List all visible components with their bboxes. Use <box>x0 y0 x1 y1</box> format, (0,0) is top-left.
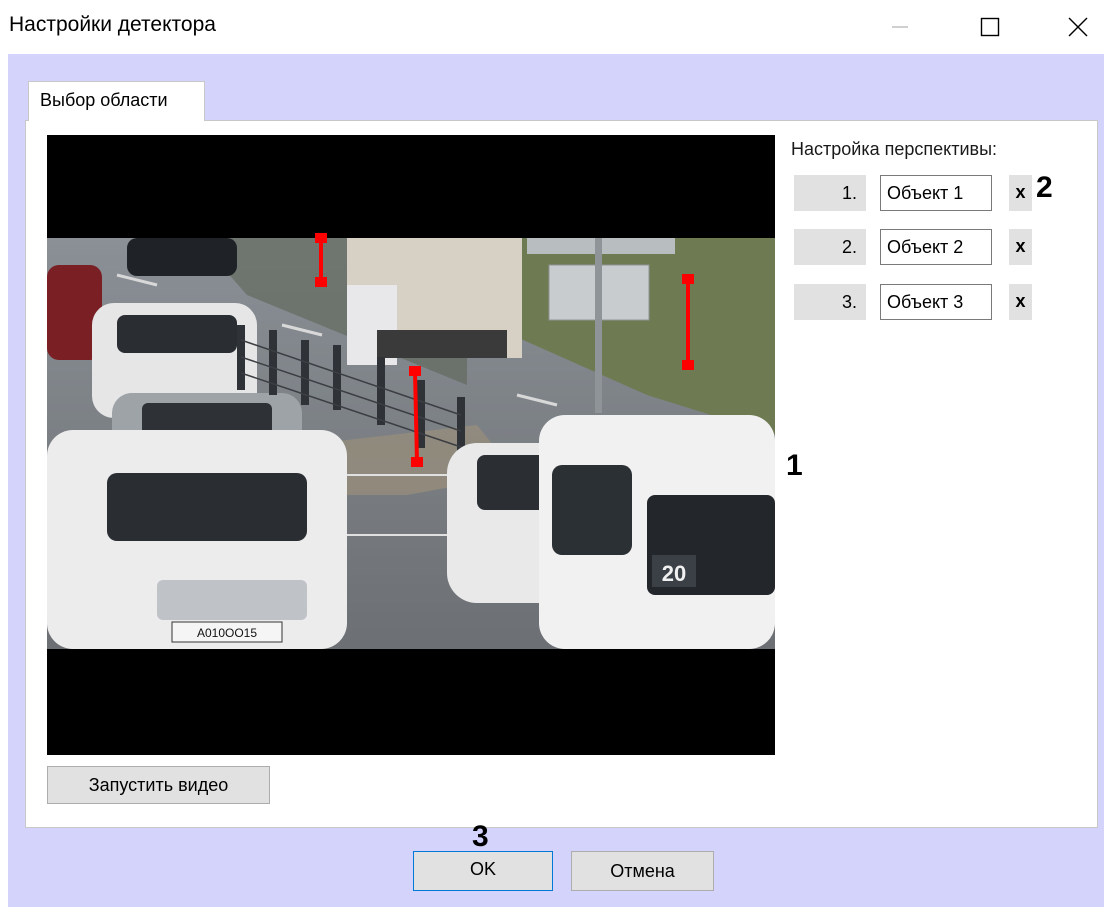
car-dark <box>127 238 237 276</box>
license-plate: A010OO15 <box>197 626 257 640</box>
close-button[interactable] <box>1046 0 1110 54</box>
window-title: Настройки детектора <box>9 13 216 36</box>
callout-1: 1 <box>786 449 803 482</box>
object-3-name-field[interactable]: Объект 3 <box>880 284 992 320</box>
tab-area-selection[interactable]: Выбор области <box>28 81 205 121</box>
perspective-label: Настройка перспективы: <box>791 139 998 159</box>
object-1-number-button[interactable]: 1. <box>794 175 866 211</box>
title-bar: Настройки детектора <box>0 0 1114 54</box>
minimize-button[interactable] <box>868 0 932 54</box>
object-1-remove-button[interactable]: x <box>1009 175 1032 211</box>
camera-frame: A010OO15 20 <box>47 233 775 649</box>
close-icon <box>1068 17 1088 37</box>
object-2-name-field[interactable]: Объект 2 <box>880 229 992 265</box>
start-video-button[interactable]: Запустить видео <box>47 766 270 804</box>
cancel-button[interactable]: Отмена <box>571 851 714 891</box>
object-3-remove-button[interactable]: x <box>1009 284 1032 320</box>
route-number: 20 <box>662 561 686 586</box>
object-2-number-button[interactable]: 2. <box>794 229 866 265</box>
tab-label: Выбор области <box>40 90 168 110</box>
object-2-remove-button[interactable]: x <box>1009 229 1032 265</box>
maximize-icon <box>980 17 1000 37</box>
callout-3: 3 <box>472 820 489 853</box>
object-1-name-field[interactable]: Объект 1 <box>880 175 992 211</box>
callout-2: 2 <box>1036 171 1053 204</box>
minimize-icon <box>892 26 908 28</box>
tab-panel: A010OO15 20 Настройка перспективы: 1. Об… <box>25 120 1098 828</box>
ok-button[interactable]: OK <box>413 851 553 891</box>
object-3-number-button[interactable]: 3. <box>794 284 866 320</box>
maximize-button[interactable] <box>958 0 1022 54</box>
dialog-client-area: Выбор области A010OO15 20 Настройка перс… <box>8 54 1104 907</box>
video-preview[interactable]: A010OO15 20 <box>47 135 775 755</box>
